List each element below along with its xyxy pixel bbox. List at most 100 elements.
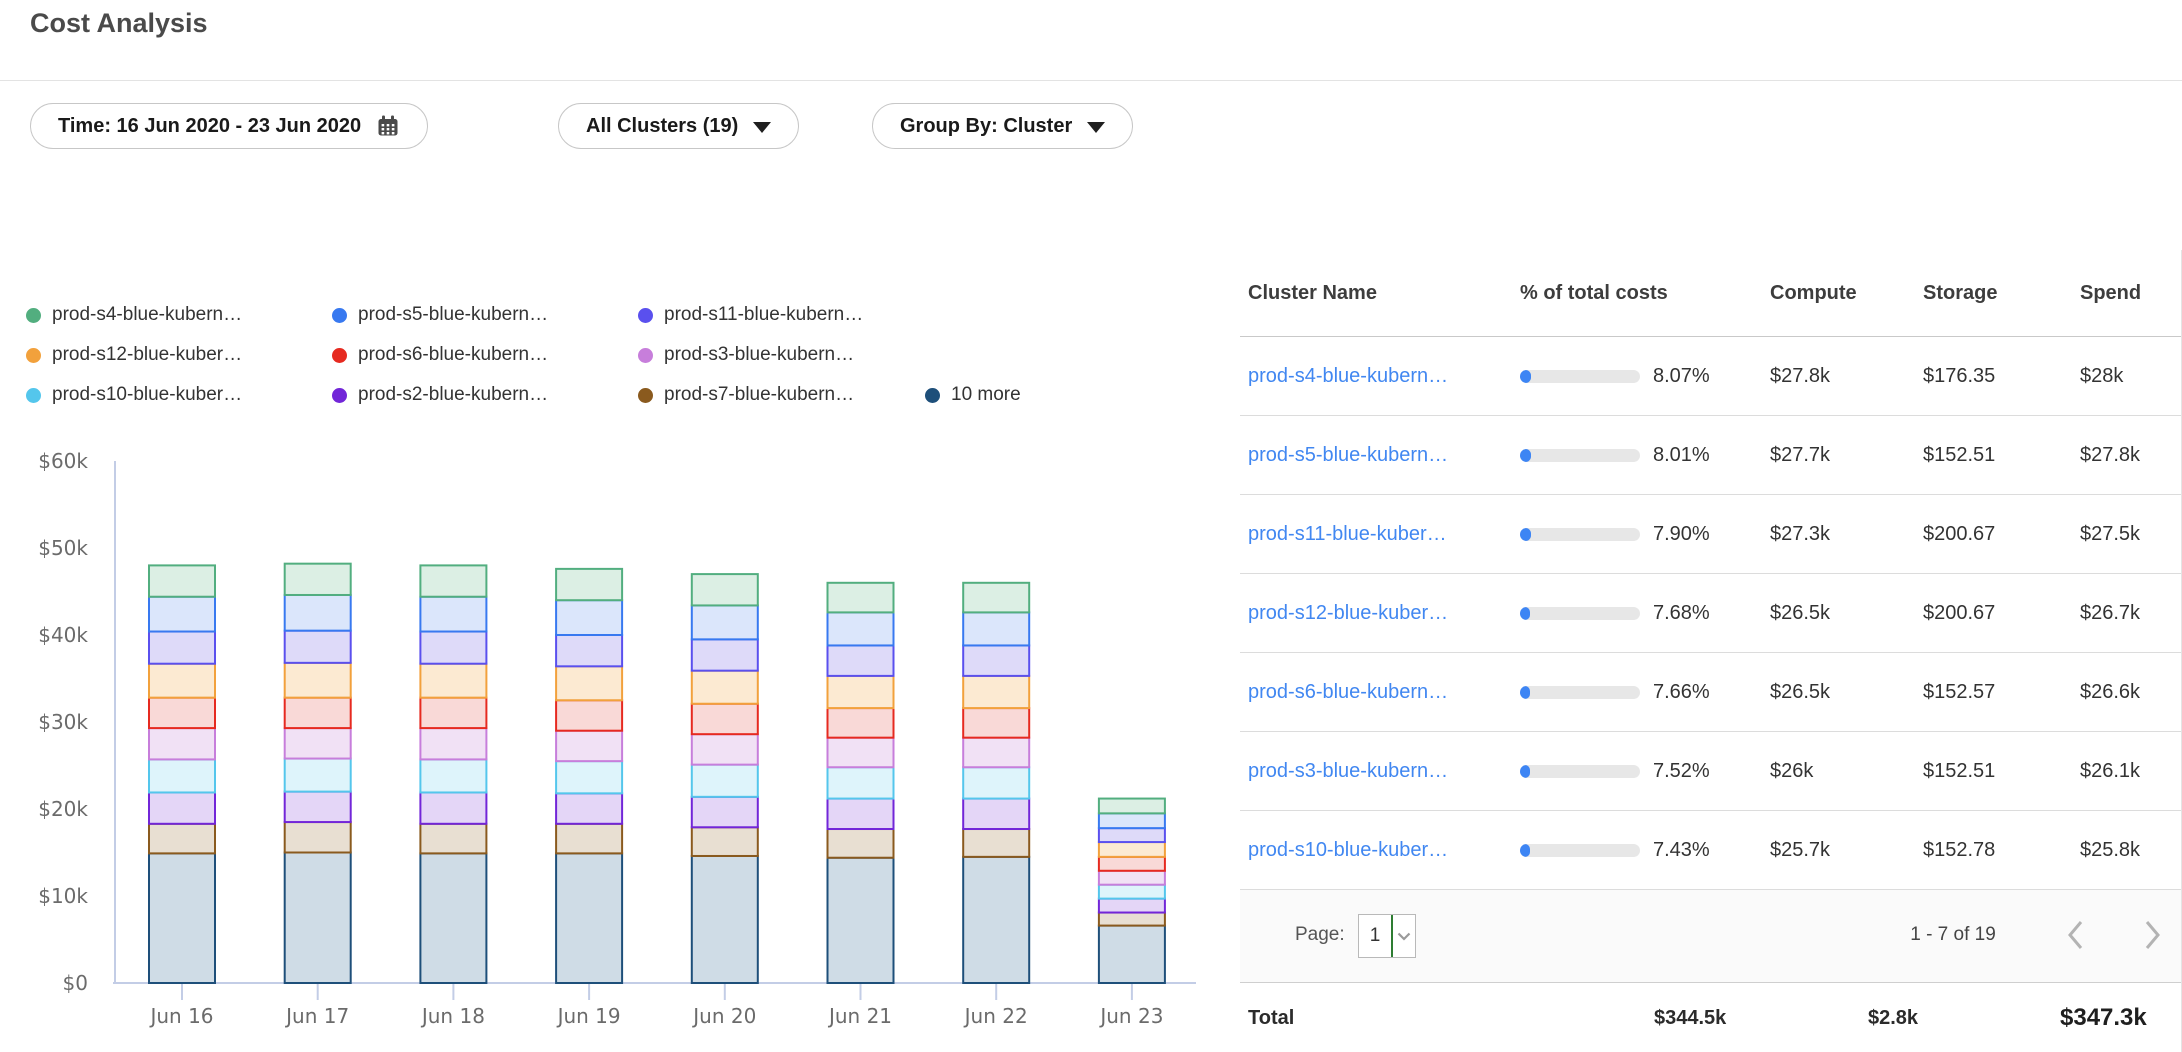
legend-item[interactable]: prod-s10-blue-kuber… <box>26 380 242 410</box>
bar-segment[interactable] <box>420 664 486 698</box>
bar-segment[interactable] <box>692 827 758 856</box>
bar-segment[interactable] <box>828 645 894 675</box>
bar-segment[interactable] <box>1099 926 1165 983</box>
bar-segment[interactable] <box>149 565 215 596</box>
cluster-name-link[interactable]: prod-s4-blue-kubern… <box>1248 365 1448 387</box>
column-header-pct-of-total[interactable]: % of total costs <box>1520 282 1770 305</box>
bar-segment[interactable] <box>828 583 894 613</box>
bar-segment[interactable] <box>420 632 486 664</box>
bar-segment[interactable] <box>1099 828 1165 842</box>
bar-segment[interactable] <box>556 666 622 700</box>
bar-segment[interactable] <box>556 600 622 635</box>
bar-segment[interactable] <box>149 728 215 759</box>
cluster-name-link[interactable]: prod-s12-blue-kuber… <box>1248 602 1448 624</box>
bar-segment[interactable] <box>556 569 622 600</box>
bar-segment[interactable] <box>963 583 1029 613</box>
bar-segment[interactable] <box>556 793 622 823</box>
column-header-spend[interactable]: Spend <box>2050 282 2181 305</box>
bar-segment[interactable] <box>149 853 215 983</box>
cluster-name-link[interactable]: prod-s11-blue-kuber… <box>1248 523 1447 545</box>
bar-segment[interactable] <box>963 767 1029 798</box>
cluster-name-link[interactable]: prod-s6-blue-kubern… <box>1248 681 1448 703</box>
bar-segment[interactable] <box>285 792 351 822</box>
bar-segment[interactable] <box>1099 799 1165 814</box>
bar-segment[interactable] <box>692 856 758 983</box>
bar-segment[interactable] <box>692 574 758 605</box>
cluster-name-link[interactable]: prod-s10-blue-kuber… <box>1248 839 1448 861</box>
bar-segment[interactable] <box>420 759 486 792</box>
bar-segment[interactable] <box>149 632 215 664</box>
bar-segment[interactable] <box>149 597 215 632</box>
bar-segment[interactable] <box>1099 899 1165 913</box>
bar-segment[interactable] <box>556 635 622 666</box>
legend-item[interactable]: 10 more <box>925 380 1021 410</box>
previous-page-icon[interactable] <box>2062 912 2090 964</box>
bar-segment[interactable] <box>828 708 894 738</box>
bar-segment[interactable] <box>420 597 486 632</box>
bar-segment[interactable] <box>420 853 486 983</box>
legend-item[interactable]: prod-s3-blue-kubern… <box>638 340 854 370</box>
legend-item[interactable]: prod-s7-blue-kubern… <box>638 380 854 410</box>
cluster-name-link[interactable]: prod-s3-blue-kubern… <box>1248 760 1448 782</box>
legend-item[interactable]: prod-s5-blue-kubern… <box>332 300 548 330</box>
bar-segment[interactable] <box>963 645 1029 675</box>
bar-segment[interactable] <box>285 853 351 984</box>
legend-item[interactable]: prod-s2-blue-kubern… <box>332 380 548 410</box>
bar-segment[interactable] <box>149 792 215 823</box>
bar-segment[interactable] <box>963 799 1029 829</box>
bar-segment[interactable] <box>420 792 486 823</box>
bar-segment[interactable] <box>963 829 1029 857</box>
cluster-name-link[interactable]: prod-s5-blue-kubern… <box>1248 444 1448 466</box>
bar-segment[interactable] <box>1099 842 1165 857</box>
bar-segment[interactable] <box>1099 871 1165 885</box>
bar-segment[interactable] <box>828 767 894 798</box>
bar-segment[interactable] <box>1099 913 1165 926</box>
column-header-compute[interactable]: Compute <box>1770 282 1895 305</box>
bar-segment[interactable] <box>828 799 894 829</box>
bar-segment[interactable] <box>963 612 1029 645</box>
column-header-cluster-name[interactable]: Cluster Name <box>1240 282 1520 305</box>
bar-segment[interactable] <box>420 824 486 854</box>
legend-item[interactable]: prod-s4-blue-kubern… <box>26 300 242 330</box>
bar-segment[interactable] <box>692 734 758 764</box>
bar-segment[interactable] <box>556 853 622 983</box>
bar-segment[interactable] <box>692 639 758 670</box>
clusters-filter-dropdown[interactable]: All Clusters (19) <box>558 103 799 149</box>
bar-segment[interactable] <box>828 676 894 708</box>
bar-segment[interactable] <box>692 765 758 797</box>
legend-item[interactable]: prod-s12-blue-kuber… <box>26 340 242 370</box>
bar-segment[interactable] <box>556 824 622 854</box>
bar-segment[interactable] <box>556 731 622 761</box>
group-by-dropdown[interactable]: Group By: Cluster <box>872 103 1133 149</box>
bar-segment[interactable] <box>420 565 486 596</box>
time-range-filter-button[interactable]: Time: 16 Jun 2020 - 23 Jun 2020 <box>30 103 428 149</box>
bar-segment[interactable] <box>285 759 351 792</box>
bar-segment[interactable] <box>149 824 215 854</box>
bar-segment[interactable] <box>963 857 1029 983</box>
bar-segment[interactable] <box>556 700 622 730</box>
bar-segment[interactable] <box>692 671 758 704</box>
legend-item[interactable]: prod-s11-blue-kubern… <box>638 300 863 330</box>
bar-segment[interactable] <box>828 858 894 983</box>
bar-segment[interactable] <box>420 728 486 759</box>
bar-segment[interactable] <box>692 605 758 639</box>
bar-segment[interactable] <box>285 564 351 595</box>
bar-segment[interactable] <box>149 664 215 698</box>
bar-segment[interactable] <box>285 822 351 852</box>
bar-segment[interactable] <box>285 698 351 728</box>
bar-segment[interactable] <box>420 698 486 728</box>
bar-segment[interactable] <box>963 676 1029 708</box>
bar-segment[interactable] <box>285 631 351 663</box>
bar-segment[interactable] <box>149 698 215 728</box>
next-page-icon[interactable] <box>2138 912 2166 964</box>
bar-segment[interactable] <box>285 595 351 631</box>
bar-segment[interactable] <box>828 829 894 858</box>
bar-segment[interactable] <box>556 761 622 793</box>
bar-segment[interactable] <box>149 759 215 792</box>
bar-segment[interactable] <box>828 738 894 768</box>
bar-segment[interactable] <box>828 612 894 645</box>
bar-segment[interactable] <box>285 728 351 758</box>
bar-segment[interactable] <box>692 797 758 827</box>
bar-segment[interactable] <box>692 704 758 734</box>
legend-item[interactable]: prod-s6-blue-kubern… <box>332 340 548 370</box>
